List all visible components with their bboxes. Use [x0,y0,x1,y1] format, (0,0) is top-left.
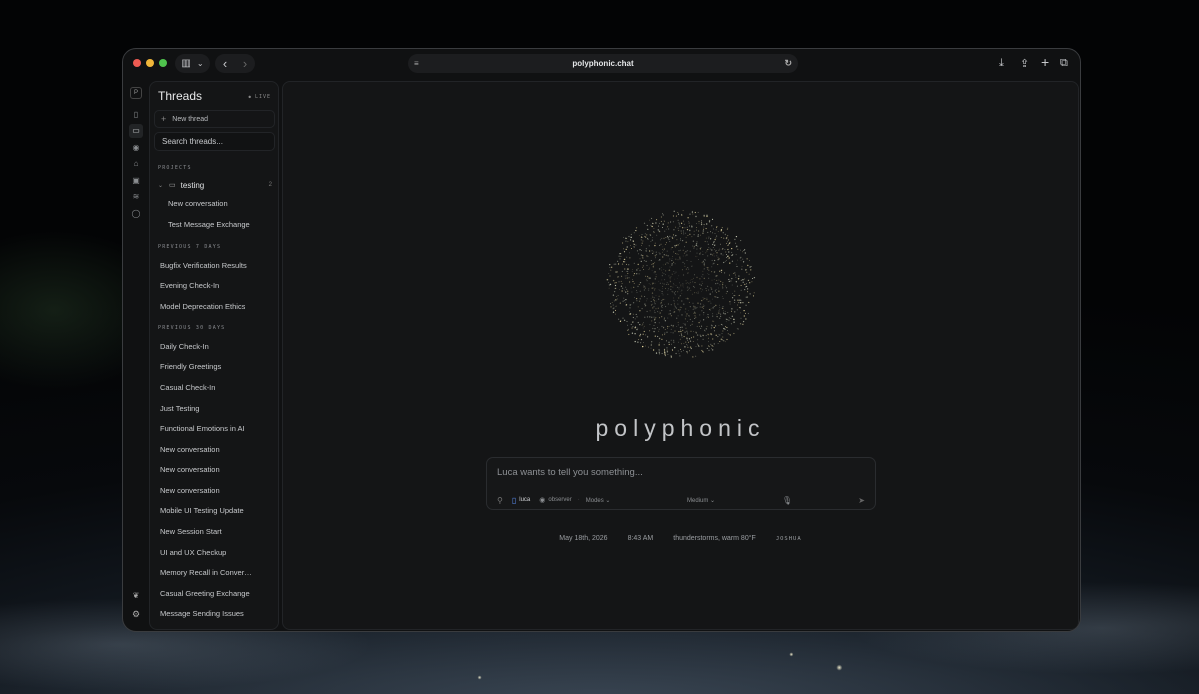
layout-icon[interactable]: ▯ [129,107,143,121]
new-thread-button[interactable]: + New thread [154,110,275,128]
list-item[interactable]: New Session Start [160,527,222,536]
status-user: JOSHUA [775,536,802,542]
list-item[interactable]: New conversation [160,445,220,454]
sidebar-toggle-button[interactable]: ▥ ⌄ [175,54,210,73]
list-item[interactable]: Bugfix Verification Results [160,261,247,270]
back-icon[interactable]: ‹ [215,56,235,71]
list-item[interactable]: New conversation [160,465,220,474]
chat-icon[interactable]: ▭ [129,123,143,138]
list-item[interactable]: New conversation [168,199,228,208]
list-item[interactable]: New conversation [160,486,220,495]
project-name: testing [180,180,205,190]
forward-icon[interactable]: › [235,56,255,71]
chevron-down-icon: ⌄ [158,182,164,189]
navigation-buttons: ‹ › [215,54,255,73]
list-item[interactable]: Evening Check-In [160,281,219,290]
observer-toggle[interactable]: observer [548,497,571,503]
separator: · [577,497,580,503]
notes-icon[interactable]: ▣ [129,173,143,187]
home-icon[interactable]: ⌂ [129,157,143,171]
app-rail: P ▯ ▭ ◉ ⌂ ▣ ≋ ◯ ❦ ⚙ [123,81,149,631]
maximize-window-button[interactable] [159,59,167,67]
attachment-icon[interactable]: ⚲ [497,496,503,505]
list-item[interactable]: Test Message Exchange [168,220,250,229]
list-item[interactable]: Mobile UI Testing Update [160,506,244,515]
send-icon[interactable]: ➤ [858,496,865,505]
status-weather: thunderstorms, warm 80°F [673,535,756,542]
app-logo[interactable]: P [130,87,142,99]
browser-window: ▥ ⌄ ‹ › ≡ polyphonic.chat ↻ ⤓ ⇪ + ⧉ P ▯ … [122,48,1081,632]
persona-selector[interactable]: luca [519,497,530,503]
previous-30-days-label: PREVIOUS 30 DAYS [158,325,226,331]
reload-icon[interactable]: ↻ [784,58,792,69]
plus-icon: + [161,114,167,124]
status-date: May 18th, 2026 [559,535,608,542]
status-time: 8:43 AM [627,535,654,542]
new-tab-icon[interactable]: + [1041,52,1049,71]
message-input[interactable]: Luca wants to tell you something... [497,467,643,478]
eye-icon: ◉ [539,497,546,504]
microphone-icon[interactable]: 🎙 [782,496,792,505]
list-item[interactable]: Functional Emotions in AI [160,424,245,433]
new-thread-label: New thread [172,115,209,123]
project-count: 2 [268,182,272,188]
page-settings-icon[interactable]: ≡ [414,59,419,68]
title-bar: ▥ ⌄ ‹ › ≡ polyphonic.chat ↻ ⤓ ⇪ + ⧉ [123,49,1080,79]
message-composer: Luca wants to tell you something... ⚲ ▯ … [486,457,876,510]
list-item[interactable]: Model Deprecation Ethics [160,302,245,311]
bookmark-icon: ▯ [511,495,517,505]
voice-orb[interactable] [606,209,756,359]
theme-icon[interactable]: ❦ [133,591,140,600]
list-item[interactable]: Message Sending Issues [160,609,244,618]
folder-icon: ▭ [169,182,176,189]
threads-title: Threads [158,89,203,103]
list-item[interactable]: Just Testing [160,404,199,413]
previous-7-days-label: PREVIOUS 7 DAYS [158,244,222,250]
minimize-window-button[interactable] [146,59,154,67]
status-row: May 18th, 2026 8:43 AM thunderstorms, wa… [283,535,1078,544]
insights-icon[interactable]: ◉ [129,140,143,154]
tab-overview-icon[interactable]: ⧉ [1060,54,1068,73]
brand-wordmark: polyphonic [595,415,766,441]
settings-icon[interactable]: ⚙ [132,609,140,620]
download-icon[interactable]: ⤓ [999,54,1004,73]
list-item[interactable]: Daily Check-In [160,342,209,351]
search-threads-input[interactable]: Search threads... [154,132,275,151]
list-item[interactable]: UI and UX Checkup [160,548,226,557]
url-text: polyphonic.chat [572,59,634,68]
threads-panel: Threads LIVE + New thread Search threads… [149,81,279,630]
live-indicator: LIVE [249,94,271,100]
layers-icon[interactable]: ≋ [129,190,143,204]
projects-section-label: PROJECTS [158,165,192,171]
effort-dropdown[interactable]: Medium ⌄ [687,497,715,504]
project-testing[interactable]: ⌄ ▭ testing 2 [158,178,272,192]
chevron-down-icon: ⌄ [196,59,204,68]
close-window-button[interactable] [133,59,141,67]
list-item[interactable]: Casual Greeting Exchange [160,589,250,598]
main-panel: polyphonic Luca wants to tell you someth… [282,81,1079,630]
list-item[interactable]: Memory Recall in Conversation [160,568,252,577]
profile-icon[interactable]: ◯ [129,206,143,220]
list-item[interactable]: Friendly Greetings [160,362,221,371]
address-bar[interactable]: ≡ polyphonic.chat ↻ [408,54,798,73]
list-item[interactable]: Casual Check-In [160,383,215,392]
composer-toolbar: ⚲ ▯ luca ◉ observer · Modes ⌄ Medium ⌄ 🎙… [497,495,865,505]
sidebar-icon: ▥ [181,58,191,69]
share-icon[interactable]: ⇪ [1020,54,1029,73]
modes-dropdown[interactable]: Modes ⌄ [586,497,611,504]
